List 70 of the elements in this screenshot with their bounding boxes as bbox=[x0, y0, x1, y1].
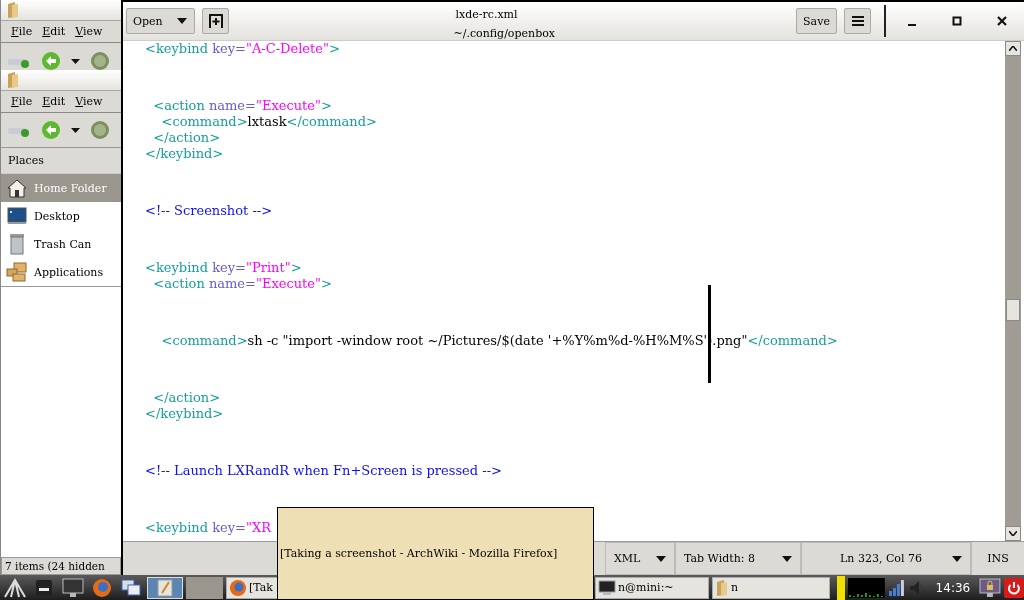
folder-icon bbox=[6, 1, 20, 19]
caret-icon bbox=[656, 555, 666, 562]
code-line: <!-- Screenshot --> bbox=[145, 203, 274, 219]
menu-item[interactable]: Edit bbox=[42, 95, 66, 108]
window-title: lxde-rc.xml bbox=[455, 8, 519, 21]
tab-width-dropdown[interactable]: Tab Width: 8 bbox=[675, 542, 801, 575]
desktop-icon bbox=[7, 207, 27, 225]
signal-icon bbox=[887, 578, 906, 597]
code-line: <action name="Execute"> bbox=[152, 276, 333, 292]
window-subtitle: ~/.config/openbox bbox=[453, 27, 556, 40]
caret-icon bbox=[176, 18, 187, 24]
code-line: <keybind key="A-C-Delete"> bbox=[145, 41, 341, 57]
globe-fox-icon bbox=[92, 577, 112, 598]
caret-icon[interactable] bbox=[71, 127, 80, 133]
caret-icon[interactable] bbox=[71, 58, 80, 64]
lock-screen-icon[interactable] bbox=[979, 577, 1002, 598]
code-line: <action name="Execute"> bbox=[152, 98, 333, 114]
house-icon bbox=[7, 178, 27, 198]
new-tab-button[interactable] bbox=[202, 8, 229, 34]
scrollbar[interactable] bbox=[1005, 41, 1021, 541]
menu-item[interactable]: Edit bbox=[42, 25, 66, 38]
monitor-icon bbox=[598, 579, 616, 596]
menu-item[interactable]: View bbox=[75, 25, 103, 38]
globe-fox-icon bbox=[229, 578, 247, 597]
menu-button[interactable] bbox=[844, 8, 871, 34]
menu-icon bbox=[850, 15, 865, 27]
notepad-icon bbox=[157, 578, 173, 597]
folder-icon bbox=[6, 71, 20, 89]
code-line: <command>lxtask</command> bbox=[160, 114, 378, 130]
task-button[interactable]: n bbox=[712, 576, 830, 599]
cursor-position-dropdown[interactable]: Ln 323, Col 76 bbox=[801, 542, 971, 575]
windows-icon bbox=[121, 578, 141, 597]
scroll-thumb[interactable] bbox=[1006, 299, 1020, 321]
caret-icon bbox=[782, 555, 792, 562]
status-text: 7 items (24 hidden bbox=[1, 557, 121, 575]
code-line: <keybind key="XR bbox=[145, 520, 273, 536]
menu-item[interactable]: View bbox=[75, 95, 103, 108]
place-item[interactable]: Applications bbox=[1, 258, 121, 286]
save-button[interactable]: Save bbox=[796, 8, 837, 34]
menu-item[interactable]: File bbox=[11, 25, 33, 38]
task-button[interactable]: n@mini:~ bbox=[595, 576, 709, 599]
cpu-bar bbox=[837, 575, 845, 600]
open-button[interactable]: Open bbox=[126, 8, 195, 34]
place-item[interactable]: Trash Can bbox=[1, 230, 121, 258]
language-dropdown[interactable]: XML bbox=[605, 542, 675, 575]
code-line: <!-- Launch LXRandR when Fn+Screen is pressed --> bbox=[145, 463, 503, 479]
places-header: Places bbox=[7, 153, 45, 169]
power-icon[interactable] bbox=[1004, 577, 1024, 598]
new-tab-icon bbox=[207, 13, 224, 29]
place-item[interactable]: Desktop bbox=[1, 202, 121, 230]
globe-icon[interactable] bbox=[90, 120, 110, 140]
close-icon bbox=[997, 16, 1007, 26]
tooltip: [Taking a screenshot - ArchWiki - Mozilla Firefox] bbox=[277, 507, 594, 600]
menu-item[interactable]: File bbox=[11, 95, 33, 108]
clock[interactable]: 14:36 bbox=[935, 580, 971, 595]
trash-icon bbox=[9, 233, 25, 255]
minimize-icon bbox=[908, 24, 916, 26]
code-line: </action> bbox=[152, 130, 222, 146]
code-line: <keybind key="Print"> bbox=[145, 260, 303, 276]
maximize-icon bbox=[952, 16, 962, 26]
caret-icon bbox=[952, 555, 962, 562]
scroll-up-button[interactable] bbox=[1005, 41, 1021, 56]
code-line: </keybind> bbox=[145, 146, 225, 162]
scroll-down-button[interactable] bbox=[1005, 526, 1021, 541]
code-line: </keybind> bbox=[145, 406, 225, 422]
cpu-graph bbox=[847, 577, 885, 598]
folder-icon bbox=[715, 578, 729, 597]
globe-icon[interactable] bbox=[90, 51, 110, 70]
code-line: </action> bbox=[152, 390, 222, 406]
boxes-icon bbox=[6, 262, 28, 282]
